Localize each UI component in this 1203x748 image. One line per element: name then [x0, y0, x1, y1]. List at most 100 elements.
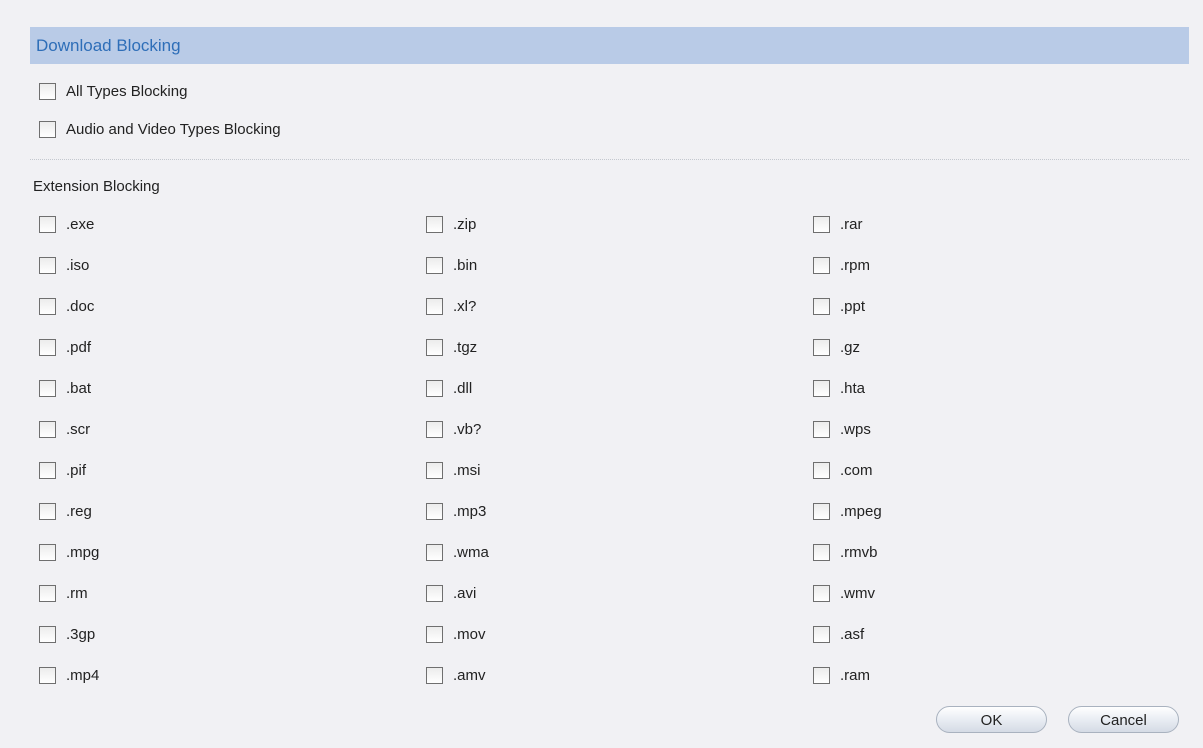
- extension-checkbox[interactable]: [426, 257, 443, 274]
- option-all-types[interactable]: All Types Blocking: [39, 83, 187, 100]
- extension-label: .com: [840, 462, 873, 479]
- extension-checkbox[interactable]: [426, 626, 443, 643]
- extension-checkbox[interactable]: [426, 298, 443, 315]
- extension-checkbox[interactable]: [813, 339, 830, 356]
- extension-checkbox[interactable]: [813, 380, 830, 397]
- extension-label: .ram: [840, 667, 870, 684]
- extension-checkbox[interactable]: [426, 216, 443, 233]
- extension-option-mov[interactable]: .mov: [426, 626, 486, 643]
- extension-label: .mp3: [453, 503, 487, 520]
- extension-option-gz[interactable]: .gz: [813, 339, 860, 356]
- extension-checkbox[interactable]: [813, 667, 830, 684]
- extension-checkbox[interactable]: [426, 503, 443, 520]
- extension-checkbox[interactable]: [813, 626, 830, 643]
- extension-checkbox[interactable]: [813, 216, 830, 233]
- extension-checkbox[interactable]: [39, 667, 56, 684]
- extension-label: .3gp: [66, 626, 96, 643]
- all-types-checkbox[interactable]: [39, 83, 56, 100]
- extension-checkbox[interactable]: [39, 462, 56, 479]
- extension-label: .tgz: [453, 339, 478, 356]
- extension-option-bin[interactable]: .bin: [426, 257, 477, 274]
- extension-label: .mp4: [66, 667, 100, 684]
- extension-option-wma[interactable]: .wma: [426, 544, 489, 561]
- extension-label: .xl?: [453, 298, 477, 315]
- extension-option-com[interactable]: .com: [813, 462, 873, 479]
- cancel-button[interactable]: Cancel: [1068, 706, 1179, 733]
- extension-option-doc[interactable]: .doc: [39, 298, 94, 315]
- extension-checkbox[interactable]: [426, 462, 443, 479]
- extension-option-mp4[interactable]: .mp4: [39, 667, 99, 684]
- extension-checkbox[interactable]: [39, 626, 56, 643]
- extension-checkbox[interactable]: [426, 421, 443, 438]
- extension-option-rpm[interactable]: .rpm: [813, 257, 870, 274]
- extension-label: .amv: [453, 667, 486, 684]
- extension-checkbox[interactable]: [39, 257, 56, 274]
- extension-checkbox[interactable]: [426, 585, 443, 602]
- extension-checkbox[interactable]: [39, 380, 56, 397]
- extension-label: .dll: [453, 380, 473, 397]
- option-audio-video[interactable]: Audio and Video Types Blocking: [39, 121, 281, 138]
- extension-checkbox[interactable]: [426, 667, 443, 684]
- extension-option-pdf[interactable]: .pdf: [39, 339, 91, 356]
- extension-option-wps[interactable]: .wps: [813, 421, 871, 438]
- extension-option-iso[interactable]: .iso: [39, 257, 89, 274]
- extension-label: .rmvb: [840, 544, 878, 561]
- extension-option-3gp[interactable]: .3gp: [39, 626, 95, 643]
- extension-label: .zip: [453, 216, 477, 233]
- extension-option-rm[interactable]: .rm: [39, 585, 88, 602]
- ok-button[interactable]: OK: [936, 706, 1047, 733]
- extension-checkbox[interactable]: [813, 421, 830, 438]
- extension-label: .iso: [66, 257, 90, 274]
- extension-checkbox[interactable]: [813, 585, 830, 602]
- extension-option-mp3[interactable]: .mp3: [426, 503, 486, 520]
- extension-option-mpeg[interactable]: .mpeg: [813, 503, 882, 520]
- extension-option-msi[interactable]: .msi: [426, 462, 481, 479]
- extension-checkbox[interactable]: [813, 298, 830, 315]
- audio-video-checkbox[interactable]: [39, 121, 56, 138]
- extension-checkbox[interactable]: [813, 257, 830, 274]
- extension-option-vb[interactable]: .vb?: [426, 421, 481, 438]
- extension-checkbox[interactable]: [813, 462, 830, 479]
- extension-label: .reg: [66, 503, 92, 520]
- extension-checkbox[interactable]: [813, 503, 830, 520]
- extension-label: .gz: [840, 339, 861, 356]
- extension-checkbox[interactable]: [426, 339, 443, 356]
- extension-option-avi[interactable]: .avi: [426, 585, 476, 602]
- extension-option-rar[interactable]: .rar: [813, 216, 863, 233]
- extension-option-xl[interactable]: .xl?: [426, 298, 476, 315]
- extension-label: .rar: [840, 216, 863, 233]
- extension-option-mpg[interactable]: .mpg: [39, 544, 99, 561]
- extension-checkbox[interactable]: [426, 544, 443, 561]
- extension-label: .mpg: [66, 544, 100, 561]
- extension-checkbox[interactable]: [39, 503, 56, 520]
- extension-option-pif[interactable]: .pif: [39, 462, 86, 479]
- extension-label: .bat: [66, 380, 92, 397]
- extension-checkbox[interactable]: [39, 216, 56, 233]
- extension-option-dll[interactable]: .dll: [426, 380, 472, 397]
- extension-option-tgz[interactable]: .tgz: [426, 339, 477, 356]
- extension-option-bat[interactable]: .bat: [39, 380, 91, 397]
- extension-checkbox[interactable]: [39, 339, 56, 356]
- extension-label: .asf: [840, 626, 865, 643]
- extension-checkbox[interactable]: [39, 585, 56, 602]
- extension-option-reg[interactable]: .reg: [39, 503, 92, 520]
- extension-option-asf[interactable]: .asf: [813, 626, 864, 643]
- extension-checkbox[interactable]: [426, 380, 443, 397]
- extension-blocking-title: Extension Blocking: [33, 178, 160, 195]
- extension-option-zip[interactable]: .zip: [426, 216, 476, 233]
- extension-option-wmv[interactable]: .wmv: [813, 585, 875, 602]
- extension-option-amv[interactable]: .amv: [426, 667, 486, 684]
- extension-option-exe[interactable]: .exe: [39, 216, 94, 233]
- extension-label: .msi: [453, 462, 481, 479]
- extension-option-scr[interactable]: .scr: [39, 421, 90, 438]
- extension-checkbox[interactable]: [39, 298, 56, 315]
- extension-option-ppt[interactable]: .ppt: [813, 298, 865, 315]
- extension-option-hta[interactable]: .hta: [813, 380, 865, 397]
- extension-label: .bin: [453, 257, 478, 274]
- all-types-label: All Types Blocking: [66, 83, 188, 100]
- extension-option-ram[interactable]: .ram: [813, 667, 870, 684]
- extension-checkbox[interactable]: [39, 544, 56, 561]
- extension-checkbox[interactable]: [39, 421, 56, 438]
- extension-checkbox[interactable]: [813, 544, 830, 561]
- extension-option-rmvb[interactable]: .rmvb: [813, 544, 878, 561]
